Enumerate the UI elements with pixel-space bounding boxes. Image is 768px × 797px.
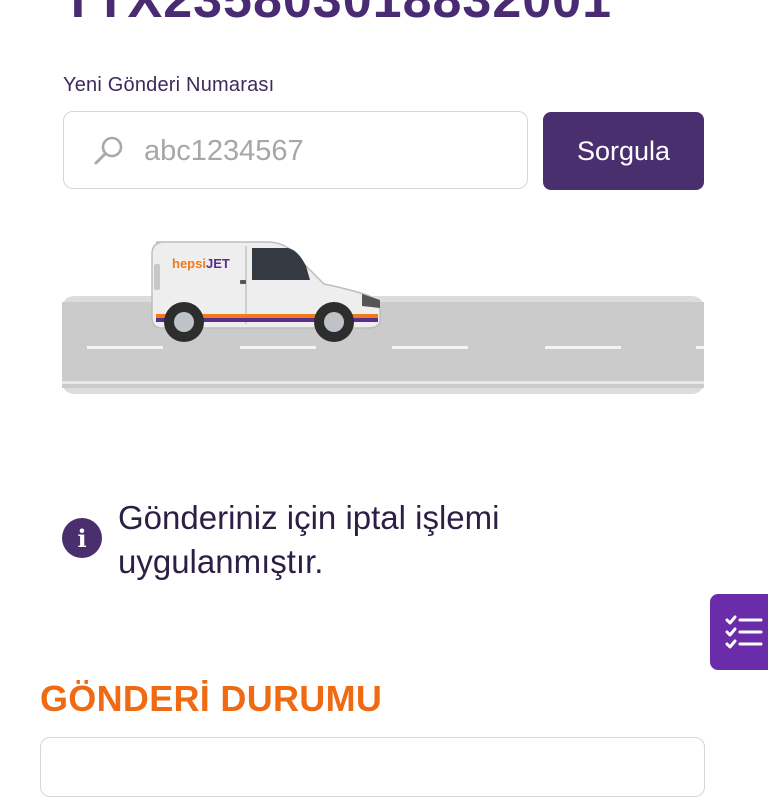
checklist-icon <box>725 615 763 649</box>
svg-text:hepsiJET: hepsiJET <box>172 256 230 271</box>
new-shipment-label: Yeni Gönderi Numarası <box>63 74 275 96</box>
search-box[interactable] <box>63 111 528 190</box>
brand-logo-prefix: hepsi <box>172 256 206 271</box>
tracking-number: TTX2358030188320​01 <box>62 0 613 29</box>
status-card <box>40 737 705 797</box>
brand-logo-suffix: JET <box>206 256 230 271</box>
section-title-shipment-status: GÖNDERİ DURUMU <box>40 678 383 719</box>
side-menu-button[interactable] <box>710 594 768 670</box>
delivery-illustration: hepsiJET <box>62 236 704 396</box>
shipment-number-input[interactable] <box>142 112 516 190</box>
query-button[interactable]: Sorgula <box>543 112 704 190</box>
search-icon <box>94 136 123 165</box>
cancellation-notice: Gönderiniz için iptal işlemi uygulanmışt… <box>118 499 500 580</box>
delivery-van: hepsiJET <box>151 241 381 342</box>
info-icon: i <box>62 518 102 558</box>
